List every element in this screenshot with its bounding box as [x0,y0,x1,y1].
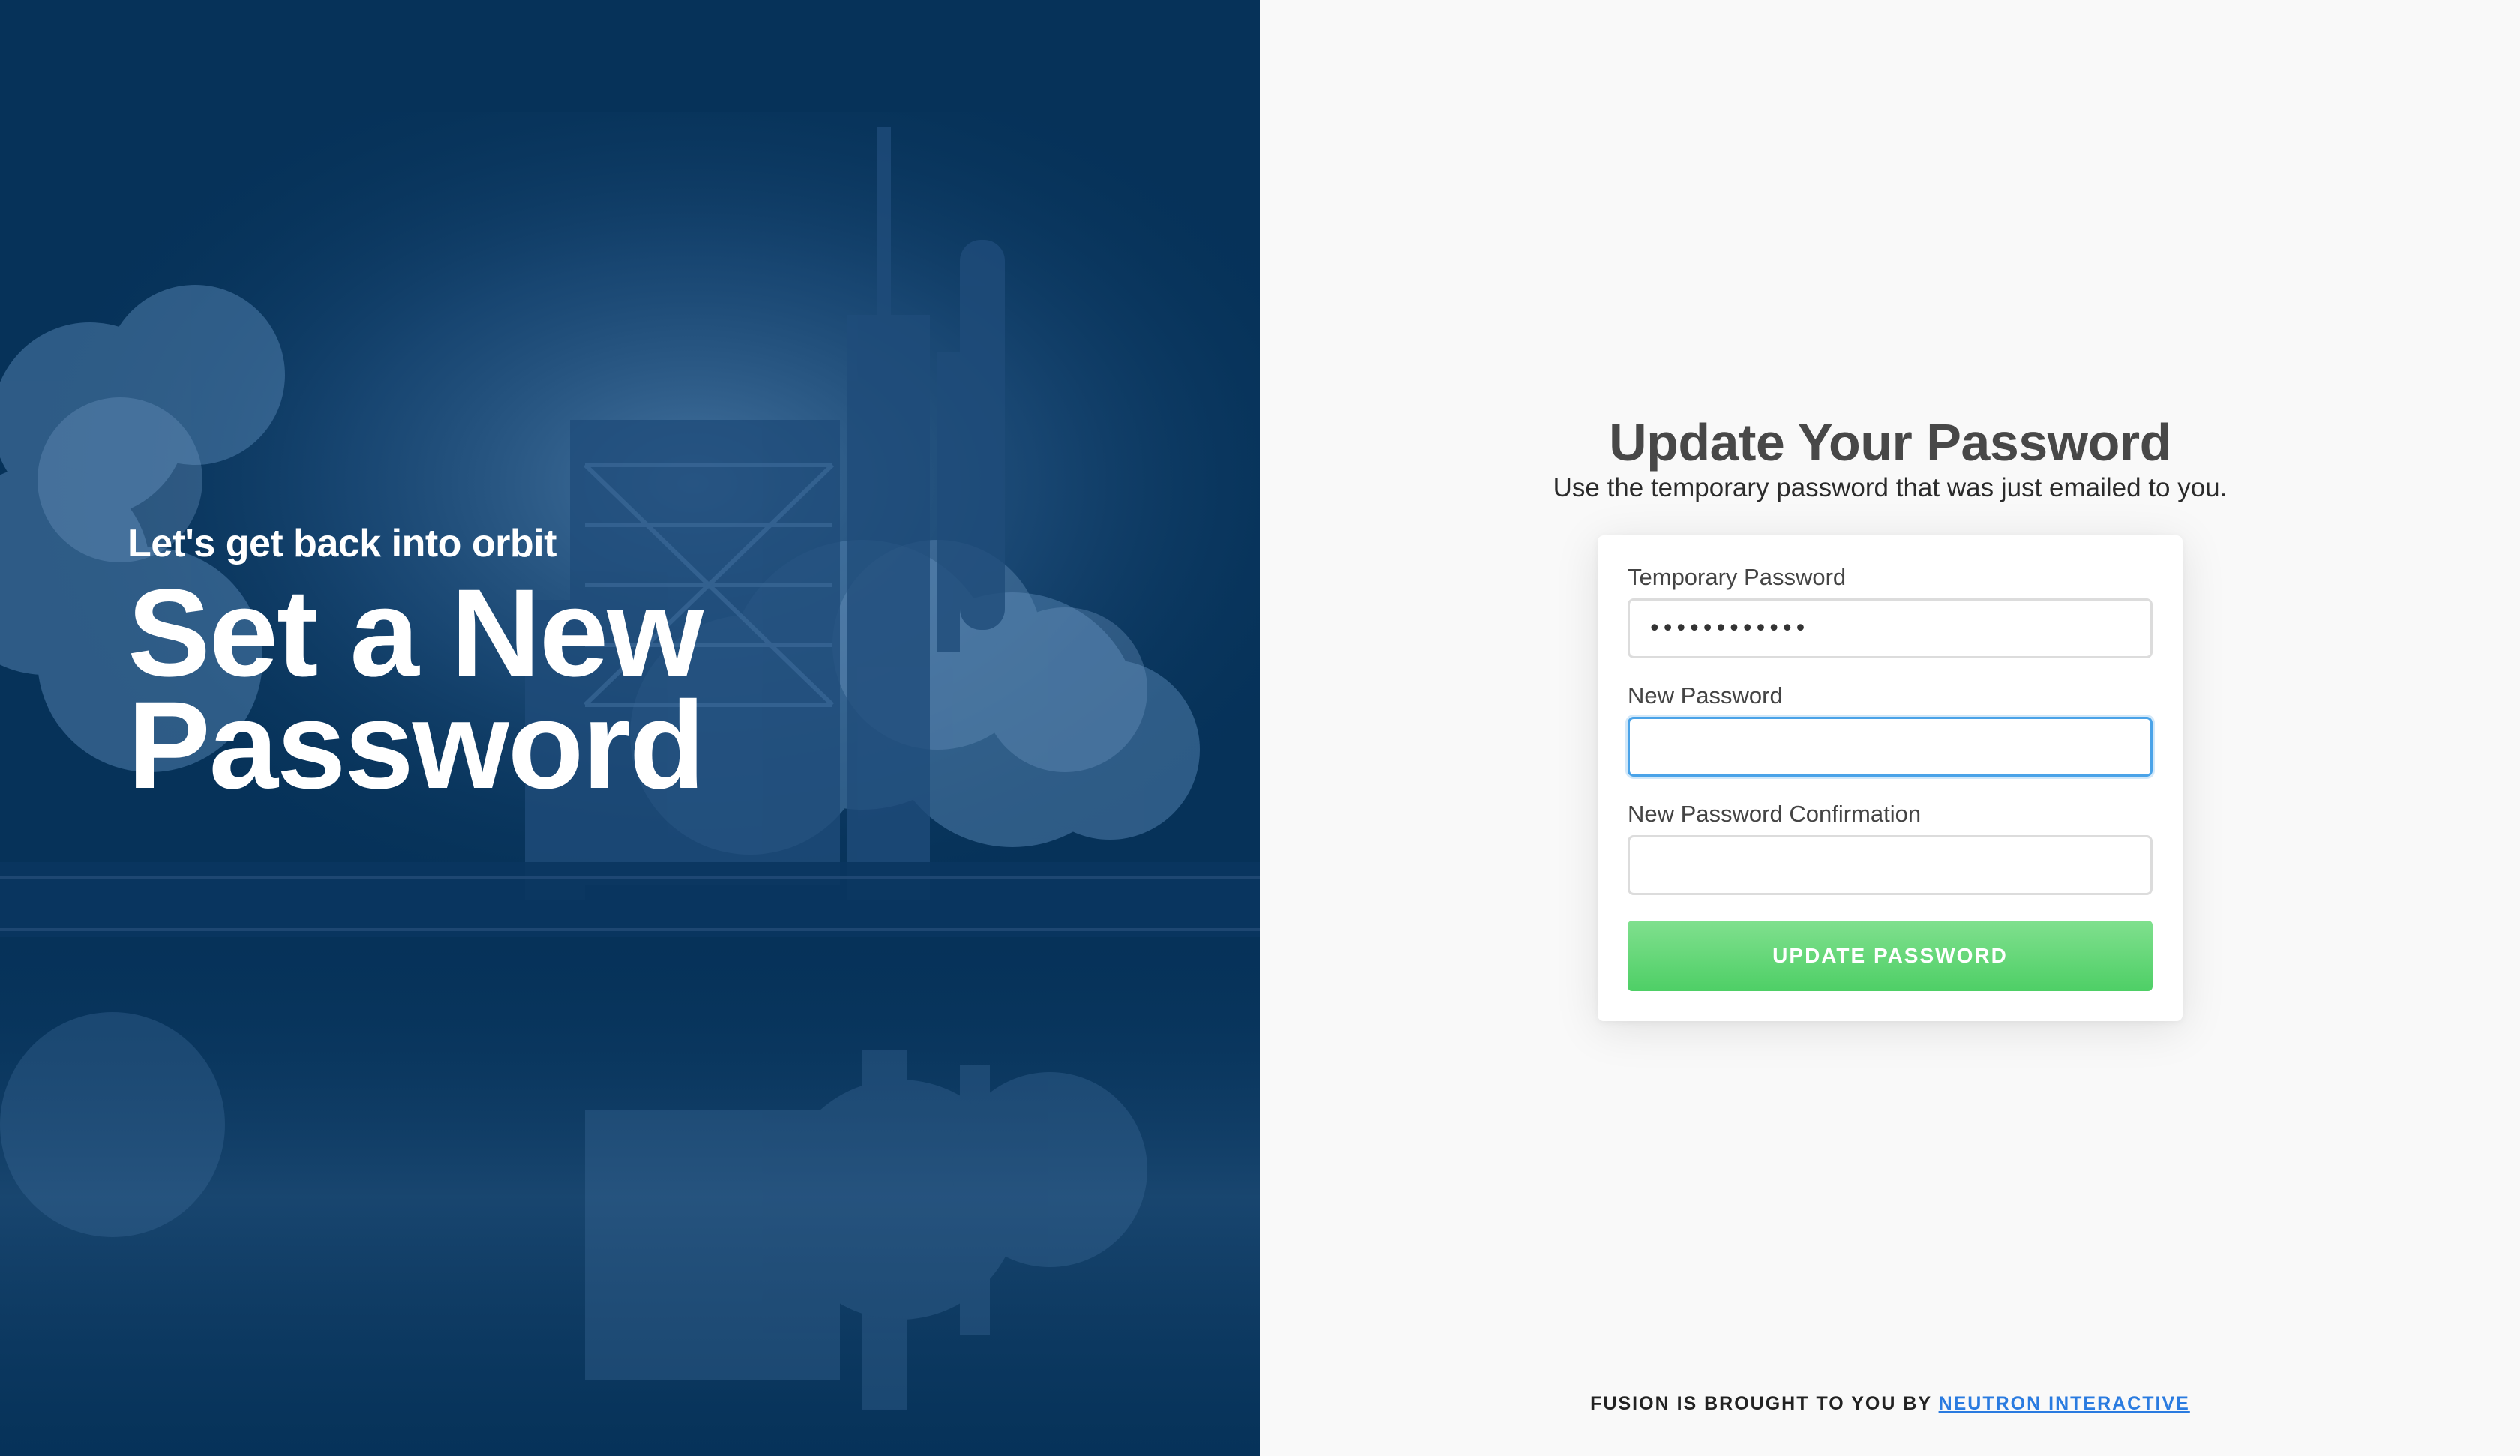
update-password-button[interactable]: UPDATE PASSWORD [1628,921,2152,991]
new-password-input[interactable] [1628,717,2152,777]
hero-subtitle: Let's get back into orbit [128,522,556,565]
hero-text-block: Let's get back into orbit Set a New Pass… [128,517,802,815]
new-password-confirmation-input[interactable] [1628,835,2152,895]
neutron-interactive-link[interactable]: NEUTRON INTERACTIVE [1939,1393,2190,1414]
hero-panel: Let's get back into orbit Set a New Pass… [0,0,1260,1456]
form-panel: Update Your Password Use the temporary p… [1260,0,2520,1456]
page-subtitle: Use the temporary password that was just… [1552,473,2228,502]
new-password-label: New Password [1628,682,1783,709]
temporary-password-label: Temporary Password [1628,564,1846,590]
page-title: Update Your Password [1609,413,2171,472]
hero-title: Set a New Password [128,564,705,815]
temporary-password-input[interactable] [1628,598,2152,658]
credit-text: FUSION IS BROUGHT TO YOU BY [1590,1393,1932,1414]
password-reset-page: Let's get back into orbit Set a New Pass… [0,0,2520,1456]
footer-credit: FUSION IS BROUGHT TO YOU BY NEUTRON INTE… [1260,1393,2520,1415]
update-password-form: Temporary Password New Password New Pass… [1598,535,2182,1021]
new-password-confirmation-label: New Password Confirmation [1628,801,1922,827]
